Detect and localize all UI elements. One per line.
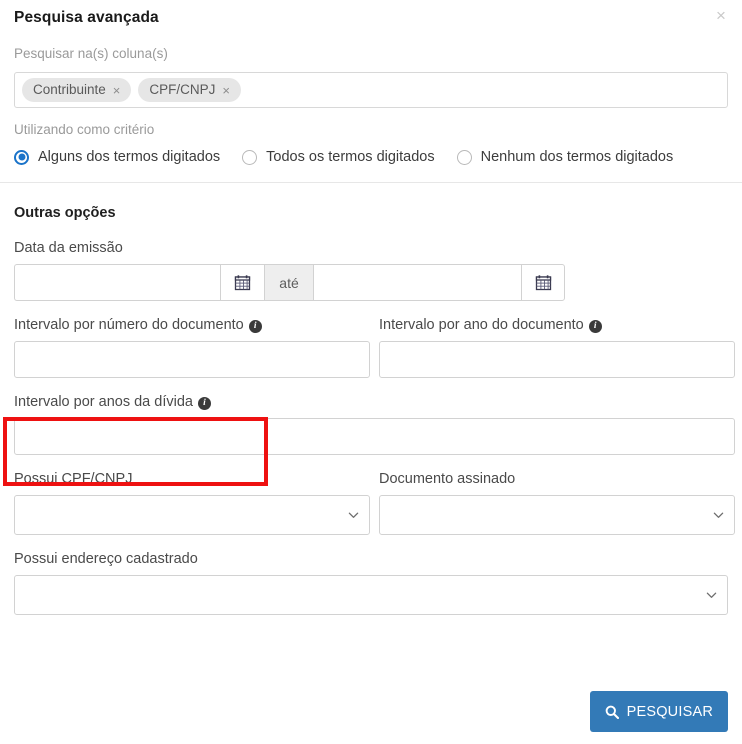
- document-range-row: Intervalo por número do documento i Inter…: [14, 316, 735, 378]
- debt-years-range-input[interactable]: [14, 418, 735, 455]
- radio-label: Alguns dos termos digitados: [38, 149, 221, 165]
- has-address-select-wrap: [14, 575, 728, 615]
- token-label: CPF/CNPJ: [149, 82, 216, 98]
- other-options-title: Outras opções: [14, 205, 116, 221]
- doc-number-range-label-text: Intervalo por número do documento: [14, 317, 244, 333]
- token-label: Contribuinte: [33, 82, 106, 98]
- issue-date-from-input[interactable]: [14, 264, 220, 301]
- advanced-search-modal: Pesquisa avançada × Pesquisar na(s) colu…: [0, 0, 742, 744]
- doc-year-range-input[interactable]: [379, 341, 735, 378]
- token-remove-icon[interactable]: ×: [113, 84, 121, 97]
- has-address-field: Possui endereço cadastrado: [14, 550, 728, 615]
- info-icon[interactable]: i: [248, 320, 262, 333]
- has-cpf-cnpj-select-wrap: [14, 495, 370, 535]
- info-icon[interactable]: i: [588, 320, 602, 333]
- modal-footer: PESQUISAR: [589, 691, 728, 732]
- radio-alguns-dos-termos[interactable]: Alguns dos termos digitados: [14, 148, 220, 166]
- search-button[interactable]: PESQUISAR: [589, 691, 728, 732]
- issue-date-separator: até: [263, 264, 314, 301]
- has-cpf-cnpj-select[interactable]: [14, 495, 370, 535]
- debt-years-range-label: Intervalo por anos da dívida i: [14, 393, 728, 412]
- issue-date-to-calendar-button[interactable]: [521, 264, 566, 301]
- magnifier-icon: [605, 705, 619, 719]
- radio-label: Todos os termos digitados: [266, 149, 435, 165]
- radio-todos-os-termos[interactable]: Todos os termos digitados: [242, 148, 435, 166]
- search-columns-token-input[interactable]: Contribuinte × CPF/CNPJ ×: [14, 72, 728, 108]
- issue-date-to-input[interactable]: [313, 264, 522, 301]
- issue-date-range-group: até: [14, 264, 566, 301]
- radio-nenhum-dos-termos[interactable]: Nenhum dos termos digitados: [456, 148, 674, 166]
- signed-document-field: Documento assinado: [379, 470, 735, 535]
- has-address-label: Possui endereço cadastrado: [14, 551, 198, 567]
- modal-header: Pesquisa avançada ×: [0, 0, 742, 32]
- issue-date-from-calendar-button[interactable]: [219, 264, 264, 301]
- has-address-select[interactable]: [14, 575, 728, 615]
- token-cpf-cnpj[interactable]: CPF/CNPJ ×: [138, 78, 241, 102]
- calendar-icon: [535, 275, 551, 291]
- radio-indicator[interactable]: [456, 149, 472, 165]
- criteria-label: Utilizando como critério: [14, 122, 155, 137]
- doc-year-range-label-text: Intervalo por ano do documento: [379, 317, 584, 333]
- radio-indicator[interactable]: [242, 149, 258, 165]
- has-cpf-cnpj-label: Possui CPF/CNPJ: [14, 471, 133, 487]
- doc-year-range-label: Intervalo por ano do documento i: [379, 316, 735, 335]
- search-columns-label: Pesquisar na(s) coluna(s): [14, 46, 168, 61]
- close-icon[interactable]: ×: [710, 4, 732, 26]
- calendar-icon: [234, 275, 250, 291]
- page-title: Pesquisa avançada: [14, 9, 159, 26]
- debt-years-range-label-text: Intervalo por anos da dívida: [14, 394, 193, 410]
- signed-document-select[interactable]: [379, 495, 735, 535]
- doc-year-range-field: Intervalo por ano do documento i: [379, 316, 735, 378]
- debt-years-range-field: Intervalo por anos da dívida i: [14, 393, 735, 455]
- token-remove-icon[interactable]: ×: [222, 84, 230, 97]
- section-divider: [0, 182, 742, 183]
- info-icon[interactable]: i: [197, 397, 211, 410]
- radio-indicator-selected[interactable]: [14, 149, 29, 165]
- radio-label: Nenhum dos termos digitados: [480, 149, 674, 165]
- search-columns-section: Pesquisar na(s) coluna(s) Contribuinte ×…: [0, 45, 742, 166]
- doc-number-range-field: Intervalo por número do documento i: [14, 316, 370, 378]
- criteria-radio-group: Alguns dos termos digitados Todos os ter…: [14, 148, 728, 166]
- issue-date-label: Data da emissão: [14, 240, 123, 256]
- other-options-section: Outras opções Data da emissão até Interv…: [0, 204, 742, 615]
- search-button-label: PESQUISAR: [626, 703, 713, 720]
- token-contribuinte[interactable]: Contribuinte ×: [22, 78, 132, 102]
- doc-number-range-label: Intervalo por número do documento i: [14, 316, 370, 335]
- doc-number-range-input[interactable]: [14, 341, 370, 378]
- signed-document-select-wrap: [379, 495, 735, 535]
- signed-document-label: Documento assinado: [379, 471, 516, 487]
- has-cpf-cnpj-field: Possui CPF/CNPJ: [14, 470, 370, 535]
- selects-row: Possui CPF/CNPJ Documento assinado: [14, 470, 735, 535]
